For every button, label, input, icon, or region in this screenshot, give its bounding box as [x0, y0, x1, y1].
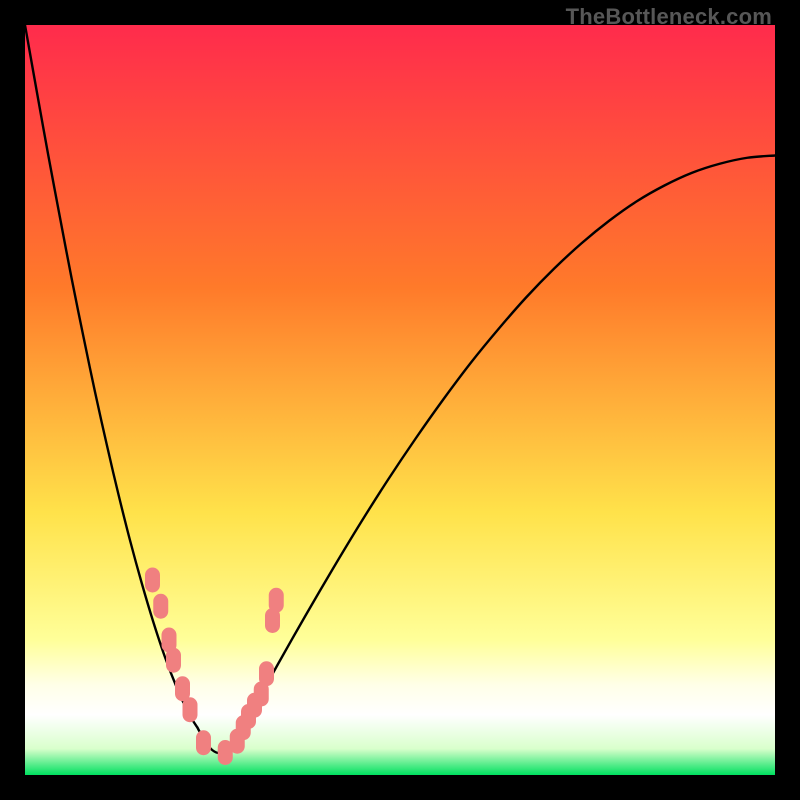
data-marker [197, 731, 211, 755]
chart-frame: TheBottleneck.com [0, 0, 800, 800]
data-marker [269, 588, 283, 612]
chart-svg [25, 25, 775, 775]
data-marker [167, 648, 181, 672]
data-marker [176, 677, 190, 701]
data-marker [154, 594, 168, 618]
data-marker [260, 662, 274, 686]
data-marker [183, 698, 197, 722]
data-marker [146, 568, 160, 592]
gradient-background [25, 25, 775, 775]
plot-area [25, 25, 775, 775]
